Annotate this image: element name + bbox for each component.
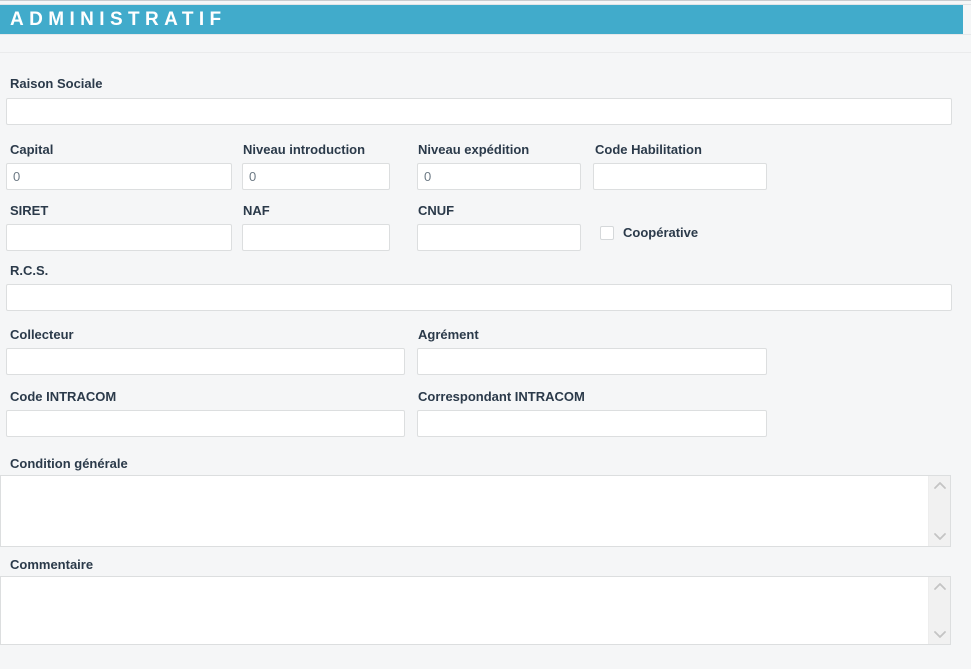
label-code-intracom: Code INTRACOM [10,389,116,405]
label-collecteur: Collecteur [10,327,74,343]
input-cnuf[interactable] [417,224,581,251]
input-capital[interactable] [6,163,232,190]
chevron-down-icon[interactable] [933,628,947,640]
textarea-condition-generale[interactable] [1,476,950,546]
section-header-administratif: ADMINISTRATIF [0,5,963,34]
chevron-up-icon[interactable] [933,480,947,492]
input-collecteur[interactable] [6,348,405,375]
label-code-habilitation: Code Habilitation [595,142,702,158]
label-siret: SIRET [10,203,48,219]
label-rcs: R.C.S. [10,263,48,279]
checkbox-cooperative-label: Coopérative [623,225,698,240]
header-underline [0,34,971,35]
label-niveau-expedition: Niveau expédition [418,142,529,158]
input-code-habilitation[interactable] [593,163,767,190]
textarea-commentaire[interactable] [1,577,950,644]
administratif-form-page: ADMINISTRATIF Raison Sociale Capital Niv… [0,0,971,669]
label-raison-sociale: Raison Sociale [10,76,102,92]
label-capital: Capital [10,142,53,158]
checkbox-cooperative[interactable]: Coopérative [600,225,698,240]
label-cnuf: CNUF [418,203,454,219]
header-divider [0,52,971,53]
label-condition-generale: Condition générale [10,456,128,472]
label-agrement: Agrément [418,327,479,343]
label-niveau-introduction: Niveau introduction [243,142,365,158]
input-agrement[interactable] [417,348,767,375]
scrollbar-commentaire[interactable] [928,577,950,644]
scrollbar-condition-generale[interactable] [928,476,950,546]
section-title: ADMINISTRATIF [0,5,227,34]
label-naf: NAF [243,203,270,219]
input-raison-sociale[interactable] [6,98,952,125]
input-code-intracom[interactable] [6,410,405,437]
label-commentaire: Commentaire [10,557,93,573]
input-correspondant-intracom[interactable] [417,410,767,437]
input-niveau-expedition[interactable] [417,163,581,190]
textarea-commentaire-wrapper [0,576,951,645]
input-naf[interactable] [242,224,390,251]
input-rcs[interactable] [6,284,952,311]
input-niveau-introduction[interactable] [242,163,390,190]
chevron-down-icon[interactable] [933,530,947,542]
chevron-up-icon[interactable] [933,581,947,593]
textarea-condition-generale-wrapper [0,475,951,547]
label-correspondant-intracom: Correspondant INTRACOM [418,389,585,405]
input-siret[interactable] [6,224,232,251]
checkbox-cooperative-box[interactable] [600,226,614,240]
